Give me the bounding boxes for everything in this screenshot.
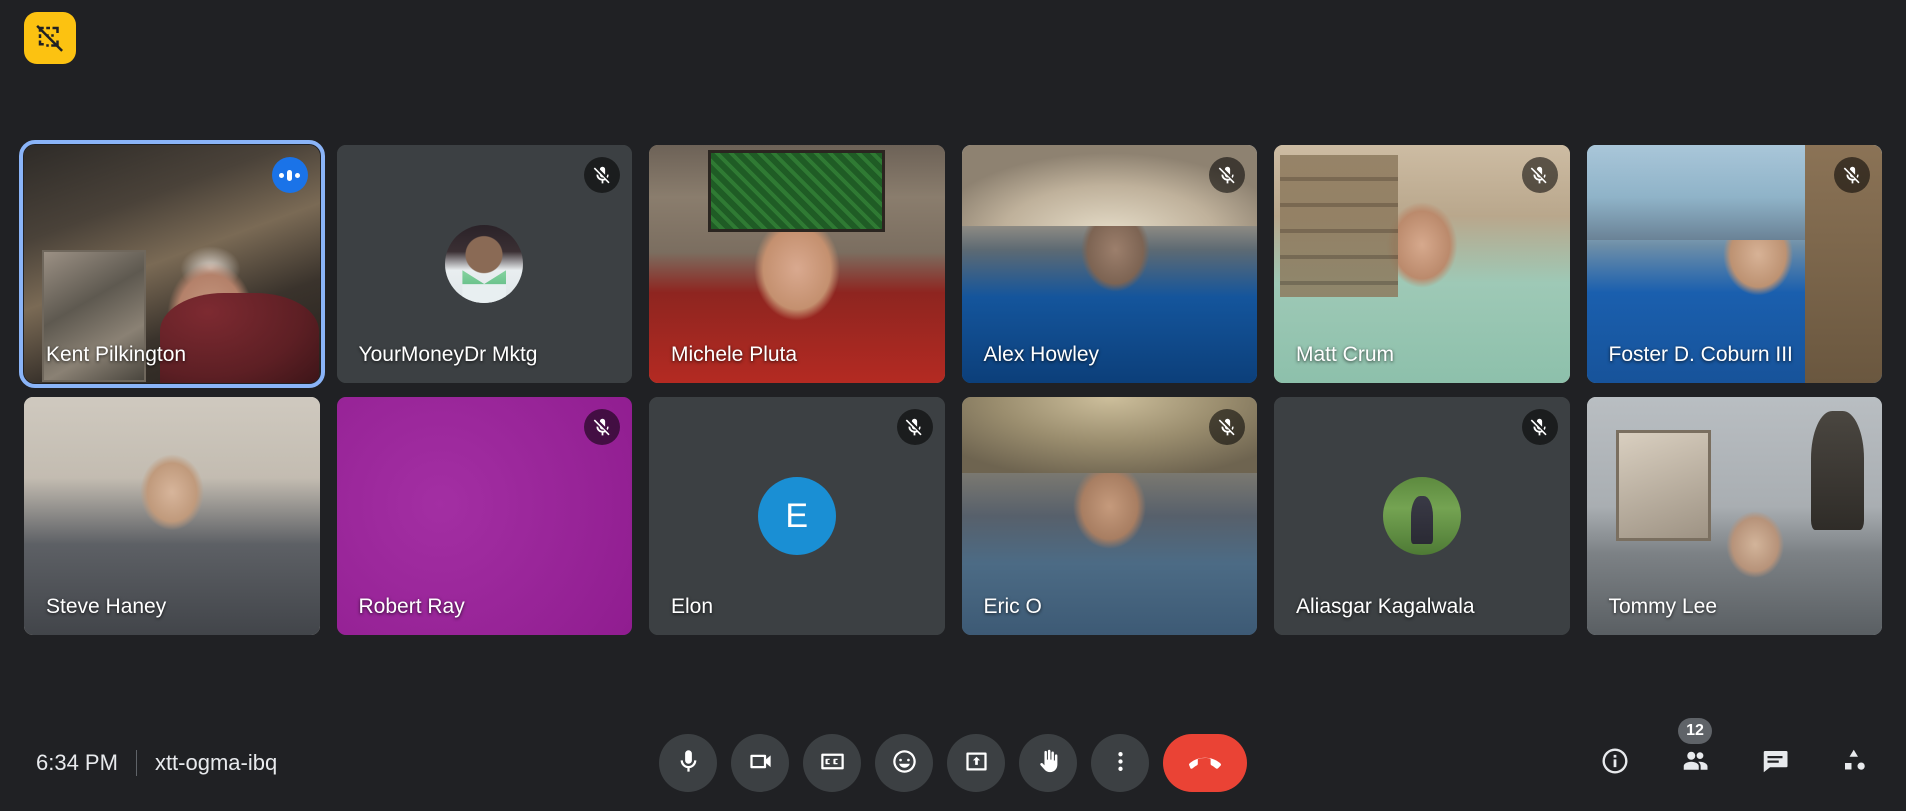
mic-off-icon [584,157,620,193]
chat-button[interactable] [1752,740,1798,786]
bottom-toolbar: 6:34 PM xtt-ogma-ibq 12 [0,715,1906,811]
participant-name: Tommy Lee [1608,595,1718,618]
participant-name: Eric O [983,595,1042,618]
participant-tile[interactable]: Foster D. Coburn III [1586,145,1882,383]
participant-tile[interactable]: Tommy Lee [1586,397,1882,635]
microphone-icon [675,748,702,778]
participant-name: Michele Pluta [671,343,798,366]
avatar: E [757,477,836,555]
current-time: 6:34 PM [36,750,118,775]
avatar [445,225,524,303]
participant-tile[interactable]: Kent Pilkington [19,140,325,388]
info-circle-icon [1600,746,1630,781]
presentation-off-badge[interactable] [24,12,76,64]
participant-tile[interactable]: Aliasgar Kagalwala [1274,397,1570,635]
participant-grid: Kent Pilkington YourMoneyDr Mktg Michele P… [19,140,1882,635]
meeting-details-button[interactable] [1592,740,1638,786]
participant-name: Alex Howley [983,343,1100,366]
meeting-code[interactable]: xtt-ogma-ibq [155,750,277,776]
participant-count-badge: 12 [1678,718,1712,744]
closed-captions-icon [819,748,846,778]
presentation-off-icon [35,23,65,53]
participant-name: Steve Haney [46,595,167,618]
participant-tile[interactable]: Alex Howley [961,145,1257,383]
participant-tile[interactable]: Michele Pluta [649,145,945,383]
mic-off-icon [584,409,620,445]
participant-tile[interactable]: YourMoneyDr Mktg [336,145,632,383]
participant-tile[interactable]: Steve Haney [24,397,320,635]
reactions-button[interactable] [875,734,933,792]
raise-hand-button[interactable] [1019,734,1077,792]
present-screen-icon [963,748,990,778]
activities-shapes-icon [1840,746,1870,781]
mic-off-icon [1209,409,1245,445]
panel-controls: 12 [1592,718,1878,786]
three-dots-vertical-icon [1107,748,1134,778]
people-icon [1680,746,1710,781]
participant-name: Robert Ray [358,595,465,618]
call-controls [659,734,1247,792]
divider [135,750,137,776]
mic-off-icon [896,409,933,445]
video-camera-icon [747,748,774,778]
participant-name: Aliasgar Kagalwala [1296,595,1475,618]
participant-name: Kent Pilkington [46,343,187,366]
mic-off-icon [1834,157,1870,193]
participant-name: Elon [671,595,714,618]
participant-name: Foster D. Coburn III [1608,343,1793,366]
people-button[interactable]: 12 [1672,718,1718,786]
mic-off-icon [1521,157,1558,193]
more-options-button[interactable] [1091,734,1149,792]
phone-hangup-icon [1189,746,1221,781]
emoji-smiley-icon [891,748,918,778]
participant-tile[interactable]: Matt Crum [1274,145,1570,383]
avatar [1382,477,1461,555]
mic-off-icon [1209,157,1245,193]
chat-bubble-icon [1760,746,1790,781]
end-call-button[interactable] [1163,734,1247,792]
participant-tile[interactable]: Eric O [961,397,1257,635]
present-button[interactable] [947,734,1005,792]
participant-tile[interactable]: Robert Ray [336,397,632,635]
speaking-indicator-icon [271,157,308,193]
participant-name: YourMoneyDr Mktg [358,343,538,366]
microphone-button[interactable] [659,734,717,792]
meeting-info: 6:34 PM xtt-ogma-ibq [36,750,277,776]
raised-hand-icon [1035,748,1062,778]
participant-name: Matt Crum [1296,343,1395,366]
google-meet-window: Kent Pilkington YourMoneyDr Mktg Michele P… [0,0,1906,811]
participant-tile[interactable]: E Elon [649,397,945,635]
camera-button[interactable] [731,734,789,792]
captions-button[interactable] [803,734,861,792]
mic-off-icon [1521,409,1558,445]
activities-button[interactable] [1832,740,1878,786]
